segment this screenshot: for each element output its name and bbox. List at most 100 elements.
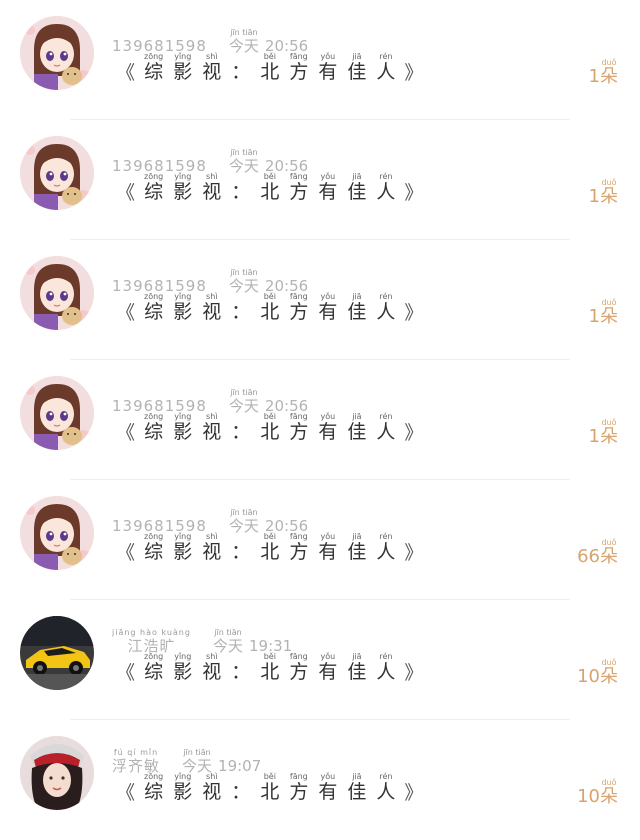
user-avatar[interactable] [20, 256, 94, 330]
title-char-text: 北 [260, 301, 280, 323]
title-char-pinyin: yǒu [320, 772, 336, 781]
title-char-text: 人 [376, 541, 396, 563]
title-char-text: 方 [289, 421, 309, 443]
title-char-pinyin: yǒu [320, 652, 336, 661]
title-char-pinyin: zōng [144, 772, 164, 781]
user-avatar[interactable] [20, 16, 94, 90]
program-title[interactable]: 《 zōng 综 yǐng 影 shì 视 ： běi 北 fāng 方 yǒu 有 jiā 佳 rén 人》 [112, 652, 427, 683]
gift-record-list: 139681598 jīn tiān 今天 20:56 《 zōng 综 yǐng 影 shì 视：… [0, 0, 640, 825]
gift-record-row[interactable]: 139681598 jīn tiān 今天 20:56 《 zōng 综 yǐng 影 shì 视 ：… [0, 480, 640, 600]
title-char-text: 佳 [347, 661, 367, 683]
title-char-text: 佳 [347, 421, 367, 443]
title-char-text: 有 [318, 541, 338, 563]
program-title[interactable]: 《 zōng 综 yǐng 影 shì 视 ： běi 北 fāng 方 yǒu 有 jiā 佳 rén 人》 [112, 52, 427, 83]
title-char-text: 综 [144, 541, 164, 563]
title-char-text: 视 [202, 421, 222, 443]
title-char-text: 北 [260, 541, 280, 563]
date-label: jīn tiān 今天 [229, 268, 259, 295]
flower-unit: duǒ 朵 [600, 538, 618, 567]
title-char-pinyin: zōng [144, 52, 164, 61]
user-avatar[interactable] [20, 376, 94, 450]
gift-record-row[interactable]: 139681598 jīn tiān 今天 20:56 《 zōng 综 yǐng 影 shì 视 ：… [0, 240, 640, 360]
title-char-text: 综 [144, 181, 164, 203]
flower-unit-text: 朵 [600, 186, 618, 207]
program-title[interactable]: 《 zōng 综 yǐng 影 shì 视 ： běi 北 fāng 方 yǒu 有 jiā 佳 rén 人》 [112, 772, 427, 803]
username[interactable]: jiāng hào kuàng 江浩旷 [112, 628, 191, 655]
user-avatar[interactable] [20, 736, 94, 810]
gift-record-row[interactable]: 139681598 jīn tiān 今天 20:56 《 zōng 综 yǐng 影 shì 视 ：… [0, 360, 640, 480]
date-pinyin: jīn tiān [214, 628, 242, 637]
title-char: yǐng 影 [173, 52, 192, 83]
title-char: fāng 方 [289, 652, 308, 683]
program-title[interactable]: 《 zōng 综 yǐng 影 shì 视 ： běi 北 fāng 方 yǒu 有 jiā 佳 rén 人》 [112, 412, 427, 443]
title-char: jiā 佳 [347, 172, 366, 203]
date-pinyin: jīn tiān [230, 268, 258, 277]
open-quote: 《 [116, 62, 136, 84]
title-char-pinyin: zōng [144, 292, 164, 301]
username[interactable]: fú qí mǐn 浮齐敏 [112, 748, 160, 775]
flower-count-number: 66 [577, 546, 600, 567]
user-avatar[interactable] [20, 496, 94, 570]
title-char-text: 佳 [347, 781, 367, 803]
title-char: běi 北 [260, 772, 279, 803]
date-label: jīn tiān 今天 [229, 28, 259, 55]
title-char-pinyin: yǒu [320, 412, 336, 421]
title-char-text: 北 [260, 181, 280, 203]
user-avatar[interactable] [20, 616, 94, 690]
flower-count-number: 1 [588, 306, 600, 327]
close-quote: 》 [404, 422, 424, 444]
title-char: běi 北 [260, 652, 279, 683]
user-avatar[interactable] [20, 136, 94, 210]
record-meta: 139681598 jīn tiān 今天 20:56 [112, 388, 308, 415]
title-char-text: 综 [144, 421, 164, 443]
title-char-pinyin: běi [263, 412, 276, 421]
title-char: yǒu 有 [318, 52, 337, 83]
date-label: jīn tiān 今天 [182, 748, 212, 775]
title-char-text: ： [231, 661, 251, 683]
record-meta: jiāng hào kuàng 江浩旷 jīn tiān 今天 19:31 [112, 628, 292, 655]
title-char: yǒu 有 [318, 772, 337, 803]
title-char-text: 综 [144, 61, 164, 83]
title-char-pinyin: zōng [144, 652, 164, 661]
title-char-pinyin: zōng [144, 532, 164, 541]
title-char-pinyin: jiā [352, 52, 362, 61]
gift-record-row[interactable]: jiāng hào kuàng 江浩旷 jīn tiān 今天 19:31 《 zōng 综 y… [0, 600, 640, 720]
open-quote: 《 [116, 302, 136, 324]
close-quote: 》 [404, 302, 424, 324]
title-char-text: 北 [260, 781, 280, 803]
title-char-text: ： [231, 781, 251, 803]
gift-record-row[interactable]: 139681598 jīn tiān 今天 20:56 《 zōng 综 yǐng 影 shì 视 ：… [0, 120, 640, 240]
title-char-pinyin: yǐng [174, 412, 192, 421]
title-char: jiā 佳 [347, 652, 366, 683]
title-char-text: 方 [289, 661, 309, 683]
close-quote: 》 [404, 62, 424, 84]
title-char: yǐng 影 [173, 652, 192, 683]
title-char: běi 北 [260, 412, 279, 443]
program-title[interactable]: 《 zōng 综 yǐng 影 shì 视 ： běi 北 fāng 方 yǒu 有 jiā 佳 rén 人》 [112, 172, 427, 203]
title-char-text: 方 [289, 301, 309, 323]
title-char-pinyin: yǐng [174, 652, 192, 661]
title-char: jiā 佳 [347, 772, 366, 803]
title-char-text: 人 [376, 61, 396, 83]
title-char-text: 视 [202, 541, 222, 563]
title-char-pinyin: yǐng [174, 532, 192, 541]
title-char-text: 北 [260, 421, 280, 443]
title-char-text: 人 [376, 781, 396, 803]
title-char-text: 影 [173, 421, 193, 443]
title-char-pinyin: běi [263, 172, 276, 181]
flower-unit-text: 朵 [600, 66, 618, 87]
flower-unit-text: 朵 [600, 786, 618, 807]
title-char: rén 人 [376, 652, 395, 683]
gift-record-row[interactable]: 139681598 jīn tiān 今天 20:56 《 zōng 综 yǐng 影 shì 视 ：… [0, 0, 640, 120]
title-char-pinyin: yǐng [174, 292, 192, 301]
title-char-pinyin: běi [263, 532, 276, 541]
title-char-pinyin: fāng [289, 172, 308, 181]
program-title[interactable]: 《 zōng 综 yǐng 影 shì 视 ： běi 北 fāng 方 yǒu 有 jiā 佳 rén 人》 [112, 292, 427, 323]
title-char-pinyin: yǐng [174, 52, 192, 61]
gift-record-row[interactable]: fú qí mǐn 浮齐敏 jīn tiān 今天 19:07 《 zōng 综 yǐng 影 sh… [0, 720, 640, 840]
open-quote: 《 [116, 662, 136, 684]
title-char: yǒu 有 [318, 292, 337, 323]
title-char: ： [231, 172, 250, 203]
title-char: zōng 综 [144, 172, 163, 203]
program-title[interactable]: 《 zōng 综 yǐng 影 shì 视 ： běi 北 fāng 方 yǒu 有 jiā 佳 rén 人》 [112, 532, 427, 563]
